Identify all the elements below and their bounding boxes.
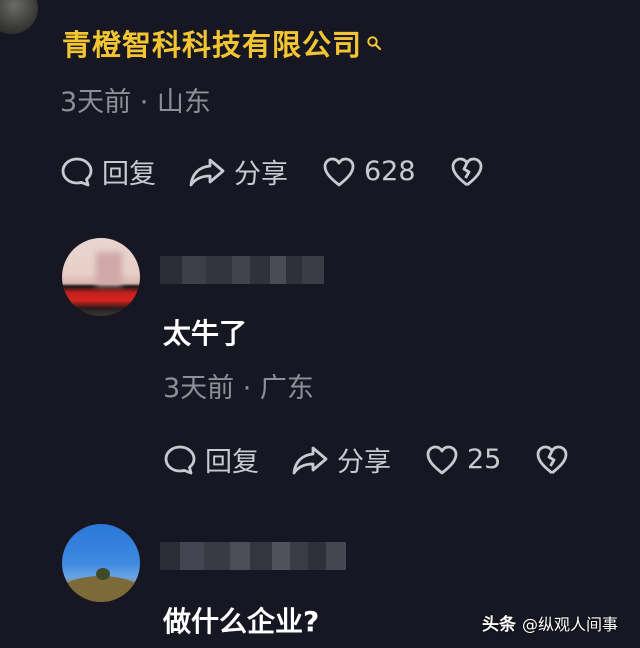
reply-2-author-blurred[interactable] (160, 542, 346, 570)
heart-icon (323, 157, 355, 186)
like-count: 25 (467, 444, 502, 475)
share-arrow-icon (189, 158, 225, 186)
share-arrow-icon (292, 446, 328, 474)
reply-1-actions: 回复 分享 25 (163, 440, 569, 479)
dislike-button[interactable] (535, 444, 569, 476)
top-commenter-avatar[interactable] (0, 0, 38, 34)
watermark-account: @纵观人间事 (522, 614, 619, 634)
top-comment-author[interactable]: 青橙智科科技有限公司 (62, 22, 382, 64)
dislike-button[interactable] (450, 156, 484, 188)
reply-2-text: 做什么企业? (163, 605, 320, 638)
top-comment-actions: 回复 分享 628 (60, 152, 484, 191)
watermark: 头条 @纵观人间事 (482, 610, 619, 636)
broken-heart-icon (451, 157, 482, 186)
reply-label: 回复 (102, 159, 156, 190)
reply-1-author-blurred[interactable] (160, 256, 324, 284)
top-comment-meta: 3天前 · 山东 (60, 87, 211, 118)
search-icon[interactable] (366, 24, 382, 58)
share-button[interactable]: 分享 (188, 152, 288, 191)
reply-button[interactable]: 回复 (163, 440, 259, 479)
reply-1-text: 太牛了 (163, 317, 248, 350)
author-name: 青橙智科科技有限公司 (62, 28, 363, 62)
like-button[interactable]: 628 (322, 156, 416, 188)
heart-icon (426, 445, 458, 474)
share-label: 分享 (337, 447, 391, 478)
reply-button[interactable]: 回复 (60, 152, 156, 191)
reply-1-meta: 3天前 · 广东 (163, 373, 314, 404)
watermark-brand: 头条 (482, 615, 516, 635)
comment-bubble-icon (164, 445, 196, 474)
reply-1-avatar[interactable] (62, 238, 140, 316)
like-button[interactable]: 25 (425, 444, 501, 476)
reply-label: 回复 (205, 447, 259, 478)
share-button[interactable]: 分享 (291, 440, 391, 479)
comment-bubble-icon (61, 157, 93, 186)
like-count: 628 (364, 156, 416, 187)
share-label: 分享 (234, 159, 288, 190)
broken-heart-icon (536, 445, 568, 474)
reply-2-avatar[interactable] (62, 524, 140, 602)
